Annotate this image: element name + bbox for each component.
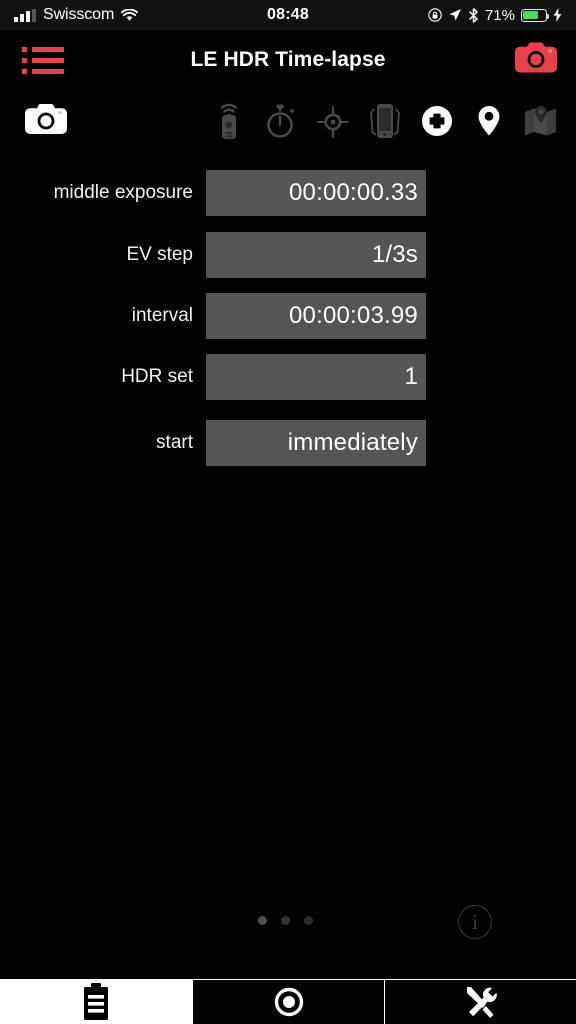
rotation-lock-icon — [428, 8, 442, 22]
location-pin-icon[interactable] — [470, 101, 508, 141]
hdr-set-field[interactable]: 1 — [206, 354, 426, 400]
page-title: LE HDR Time-lapse — [190, 48, 386, 71]
status-bar-right: 71% — [428, 7, 562, 24]
row-label: EV step — [126, 244, 193, 265]
battery-percent-label: 71% — [484, 6, 515, 24]
clipboard-icon — [84, 982, 108, 1020]
interval-field[interactable]: 00:00:03.99 — [206, 293, 426, 339]
bluetooth-icon — [469, 7, 478, 23]
plus-circle-icon[interactable] — [418, 101, 456, 141]
row-label: middle exposure — [53, 182, 193, 203]
page-dot[interactable] — [281, 916, 290, 925]
stopwatch-icon[interactable] — [262, 101, 300, 141]
form-row: middle exposure 00:00:00.33 — [0, 170, 426, 216]
form-row: interval 00:00:03.99 — [0, 293, 426, 339]
page-dot[interactable] — [258, 916, 267, 925]
list-menu-icon[interactable] — [22, 44, 64, 76]
nav-bar: LE HDR Time-lapse — [0, 30, 576, 90]
settings-form: middle exposure 00:00:00.33 EV step 1/3s… — [0, 152, 576, 1024]
ev-step-field[interactable]: 1/3s — [206, 232, 426, 278]
device-phone-icon[interactable] — [366, 101, 404, 141]
icon-toolbar — [0, 90, 576, 152]
toolbar-icon-group — [210, 101, 576, 141]
tab-tools[interactable] — [384, 979, 576, 1024]
form-row: EV step 1/3s — [0, 232, 426, 278]
charging-bolt-icon — [553, 8, 562, 22]
status-bar: Swisscom 08:48 71% — [0, 0, 576, 30]
page-dot[interactable] — [304, 916, 313, 925]
camera-icon[interactable] — [24, 102, 68, 141]
record-circle-icon — [274, 987, 303, 1017]
middle-exposure-field[interactable]: 00:00:00.33 — [206, 170, 426, 216]
info-circle-icon[interactable]: i — [458, 905, 492, 939]
row-label: HDR set — [121, 366, 193, 387]
location-arrow-icon — [449, 9, 461, 21]
form-row: start immediately — [0, 420, 426, 466]
camera-icon[interactable] — [514, 41, 558, 80]
tab-bar — [0, 979, 576, 1024]
row-label: start — [156, 432, 193, 453]
tab-clipboard[interactable] — [0, 979, 192, 1024]
crosshair-target-icon[interactable] — [314, 101, 352, 141]
form-row: HDR set 1 — [0, 354, 426, 400]
start-field[interactable]: immediately — [206, 420, 426, 466]
map-icon[interactable] — [522, 101, 560, 141]
battery-icon — [521, 8, 550, 22]
app-screen: Swisscom 08:48 71% LE HDR Time-lapse mid… — [0, 0, 576, 1024]
remote-trigger-icon[interactable] — [210, 101, 248, 141]
tools-icon — [466, 987, 497, 1018]
row-label: interval — [131, 305, 193, 326]
tab-record[interactable] — [192, 979, 384, 1024]
page-indicator-dots[interactable] — [258, 916, 313, 925]
